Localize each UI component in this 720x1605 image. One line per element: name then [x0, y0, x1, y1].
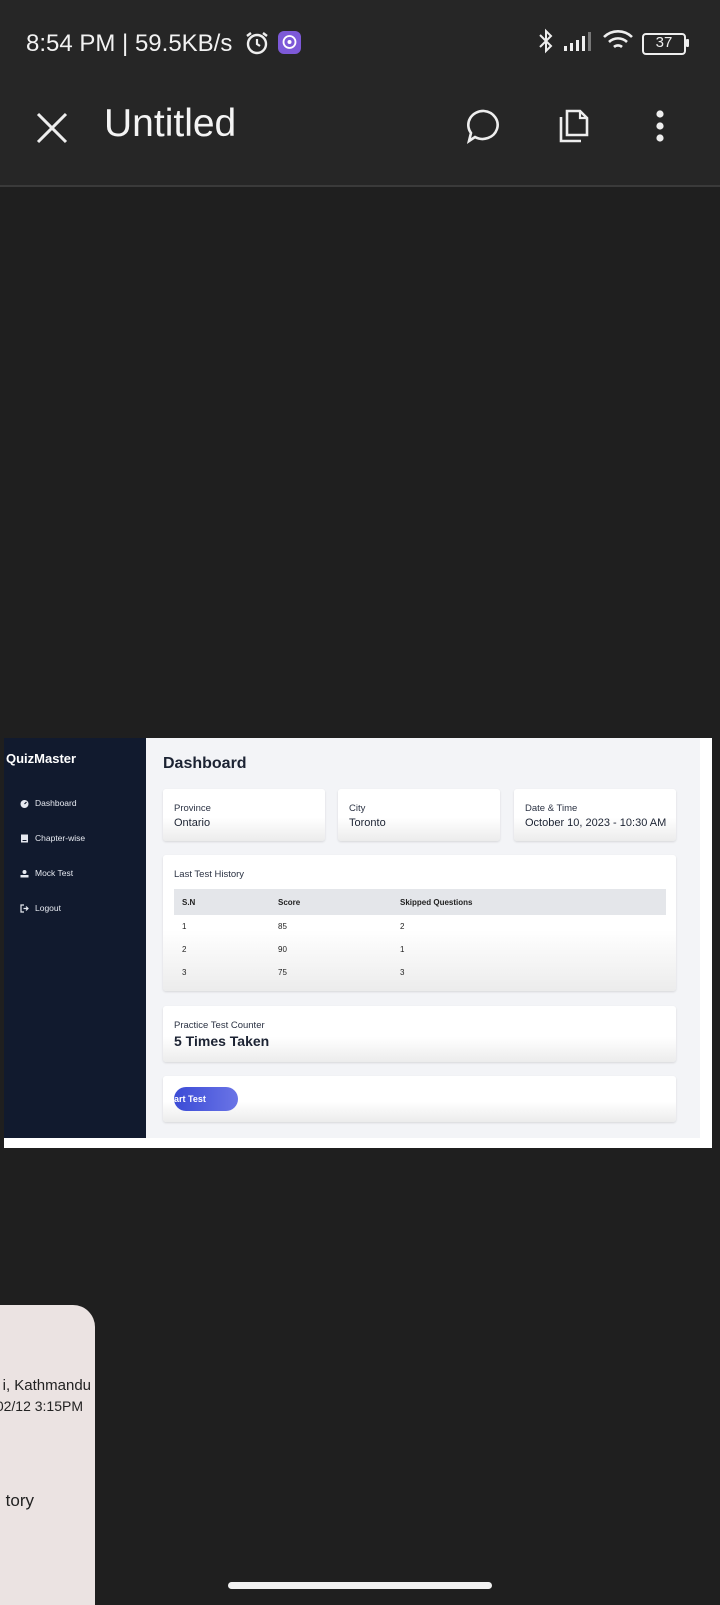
sidebar-item-label: Mock Test	[35, 868, 74, 878]
cell-score: 90	[278, 945, 287, 954]
datetime-card: Date & Time October 10, 2023 - 10:30 AM	[514, 789, 676, 841]
status-bar: 8:54 PM | 59.5KB/s 37	[0, 0, 720, 86]
peek-card[interactable]: i, Kathmandu 02/12 3:15PM tory	[0, 1305, 95, 1605]
logout-icon	[20, 903, 29, 913]
cell-skipped: 2	[400, 922, 405, 931]
history-table: S.N Score Skipped Questions 1 85 2 2 90 …	[174, 889, 666, 984]
cell-score: 85	[278, 922, 287, 931]
dashboard-icon	[20, 799, 29, 808]
sidebar-item-mock-test[interactable]: Mock Test	[20, 868, 73, 878]
cell-sn: 2	[182, 945, 187, 954]
card-label: Province	[174, 803, 211, 814]
cell-sn: 1	[182, 922, 187, 931]
card-label: City	[349, 803, 366, 814]
embedded-screenshot: QuizMaster Dashboard Chapter-wise Mock T…	[4, 738, 712, 1148]
col-sn: S.N	[174, 889, 278, 915]
app-bar: Untitled	[0, 86, 720, 187]
more-vert-icon[interactable]	[640, 106, 684, 150]
sidebar-item-label: Logout	[35, 903, 61, 913]
col-score: Score	[278, 889, 400, 915]
sidebar-item-dashboard[interactable]: Dashboard	[20, 798, 77, 808]
cell-skipped: 3	[400, 968, 405, 977]
battery-icon: 37	[642, 32, 690, 55]
card-label: Date & Time	[525, 803, 578, 814]
users-icon	[20, 869, 29, 878]
col-skipped: Skipped Questions	[400, 889, 666, 915]
peek-date: 02/12 3:15PM	[0, 1398, 83, 1414]
test-history-card: Last Test History S.N Score Skipped Ques…	[163, 855, 676, 991]
city-card: City Toronto	[338, 789, 500, 841]
cell-skipped: 1	[400, 945, 405, 954]
practice-counter-card: Practice Test Counter 5 Times Taken	[163, 1006, 676, 1062]
counter-value: 5 Times Taken	[174, 1033, 270, 1049]
signal-icon	[562, 30, 594, 57]
province-card: Province Ontario	[163, 789, 325, 841]
wifi-icon	[602, 29, 634, 58]
card-value: Toronto	[349, 817, 386, 829]
start-test-button[interactable]: art Test	[174, 1087, 238, 1111]
status-time: 8:54 PM | 59.5KB/s	[26, 30, 233, 57]
card-value: October 10, 2023 - 10:30 AM	[525, 817, 667, 829]
comment-icon[interactable]	[464, 106, 508, 150]
close-icon[interactable]	[30, 106, 74, 150]
main-content: Dashboard Province Ontario City Toronto …	[146, 738, 700, 1138]
history-title: Last Test History	[174, 869, 245, 880]
sidebar-item-label: Dashboard	[35, 798, 77, 808]
table-row: 2 90 1	[174, 938, 666, 961]
copy-icon[interactable]	[554, 106, 598, 150]
brand-logo: QuizMaster	[6, 751, 77, 766]
book-icon	[20, 834, 29, 843]
sidebar-item-label: Chapter-wise	[35, 833, 86, 843]
sidebar: QuizMaster Dashboard Chapter-wise Mock T…	[4, 738, 146, 1138]
table-row: 1 85 2	[174, 915, 666, 938]
cell-sn: 3	[182, 968, 187, 977]
viber-icon	[278, 31, 301, 59]
dashboard-title: Dashboard	[163, 755, 247, 772]
peek-location: i, Kathmandu	[2, 1377, 91, 1394]
peek-label: tory	[5, 1491, 34, 1510]
start-test-card: art Test	[163, 1076, 676, 1122]
battery-level: 37	[655, 33, 673, 51]
sidebar-item-logout[interactable]: Logout	[20, 903, 61, 913]
bluetooth-icon	[538, 28, 554, 59]
counter-label: Practice Test Counter	[174, 1020, 265, 1031]
page-title: Untitled	[104, 102, 237, 145]
table-header-row: S.N Score Skipped Questions	[174, 889, 666, 915]
table-row: 3 75 3	[174, 961, 666, 984]
sidebar-item-chapter-wise[interactable]: Chapter-wise	[20, 833, 85, 843]
card-value: Ontario	[174, 817, 211, 829]
cell-score: 75	[278, 968, 287, 977]
home-indicator[interactable]	[228, 1582, 492, 1589]
alarm-icon	[244, 30, 270, 61]
